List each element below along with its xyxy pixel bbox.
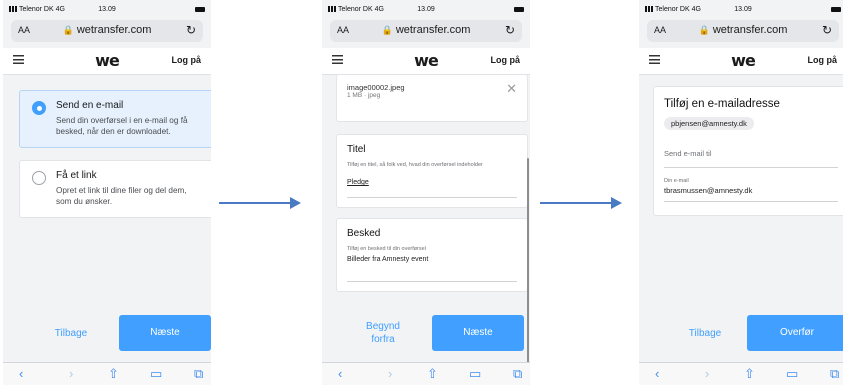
your-email-underline [664,201,838,202]
tabs-icon[interactable]: ⧉ [513,365,522,383]
option-get-link[interactable]: Få et link Opret et link til dine filer … [19,160,211,218]
lock-icon: 🔒 [62,25,74,35]
address-bar[interactable]: AA 🔒 wetransfer.com ↻ [11,20,203,42]
url-text: 🔒 wetransfer.com [698,24,788,36]
forward-icon[interactable]: › [69,365,73,383]
url-text: 🔒 wetransfer.com [381,24,471,36]
option-send-email[interactable]: Send en e-mail Send din overførsel i en … [19,90,211,148]
phone-screen-2: Telenor DK 4G 13.09 AA 🔒 wetransfer.com ↻… [322,0,530,385]
arrow-2-line [540,202,613,204]
option-description: Send din overførsel i en e-mail og få be… [56,116,188,136]
arrow-1-head [290,197,301,209]
radio-send-email[interactable] [32,101,46,115]
back-button[interactable]: Tilbage [33,328,109,339]
clock: 13.09 [98,6,116,13]
login-link[interactable]: Log på [172,55,202,65]
tabs-icon[interactable]: ⧉ [830,365,839,383]
file-name: image00002.jpeg [347,83,405,92]
status-bar: Telenor DK 4G 13.09 [322,6,530,18]
message-field-card[interactable]: Besked Tilføj en besked til din overførs… [336,218,528,292]
your-email-input[interactable]: tbrasmussen@amnesty.dk [664,186,752,195]
file-meta: 1 MB · jpeg [347,92,381,99]
browser-toolbar: ‹ › ⇧ ▭ ⧉ [639,362,843,385]
message-field-hint: Tilføj en besked til din overførsel [347,246,426,252]
battery-icon [831,7,841,12]
forward-icon[interactable]: › [705,365,709,383]
start-over-line-1: Begynd [366,321,400,332]
radio-get-link[interactable] [32,171,46,185]
clock: 13.09 [734,6,752,13]
share-icon[interactable]: ⇧ [427,365,438,383]
browser-toolbar: ‹ › ⇧ ▭ ⧉ [3,362,211,385]
back-icon[interactable]: ‹ [338,365,342,383]
share-icon[interactable]: ⇧ [108,365,119,383]
forward-icon[interactable]: › [388,365,392,383]
back-icon[interactable]: ‹ [19,365,23,383]
next-button[interactable]: Næste [119,315,211,351]
share-icon[interactable]: ⇧ [744,365,755,383]
reload-icon[interactable]: ↻ [186,23,196,37]
arrow-2-head [611,197,622,209]
start-over-button[interactable]: Begynd forfra [348,320,418,346]
lock-icon: 🔒 [381,25,393,35]
option-title: Send en e-mail [56,100,124,111]
url-text: 🔒 wetransfer.com [62,24,152,36]
title-field-hint: Tilføj en titel, så folk ved, hvad din o… [347,162,483,168]
send-to-input[interactable]: Send e-mail til [664,149,712,158]
email-card-heading: Tilføj en e-mailadresse [664,98,780,110]
battery-icon [514,7,524,12]
title-input[interactable]: Pledge [347,179,369,186]
transfer-button[interactable]: Overfør [747,315,843,351]
message-input-underline [347,281,517,282]
login-link[interactable]: Log på [491,55,521,65]
scrollbar[interactable] [527,158,529,363]
file-item: image00002.jpeg 1 MB · jpeg ✕ [336,75,528,122]
browser-toolbar: ‹ › ⇧ ▭ ⧉ [322,362,530,385]
title-input-underline [347,197,517,198]
address-bar[interactable]: AA 🔒 wetransfer.com ↻ [330,20,522,42]
battery-icon [195,7,205,12]
email-card: Tilføj en e-mailadresse pbjensen@amnesty… [653,86,843,216]
site-header: we Log på [3,48,211,75]
bookmarks-icon[interactable]: ▭ [786,365,798,383]
lock-icon: 🔒 [698,25,710,35]
your-email-label: Din e-mail [664,178,689,184]
title-field-card[interactable]: Titel Tilføj en titel, så folk ved, hvad… [336,134,528,208]
recipient-chip[interactable]: pbjensen@amnesty.dk [664,117,754,130]
status-bar: Telenor DK 4G 13.09 [3,6,211,18]
message-input[interactable]: Billeder fra Amnesty event [347,256,428,263]
next-button[interactable]: Næste [432,315,524,351]
reload-icon[interactable]: ↻ [822,23,832,37]
phone-screen-1: Telenor DK 4G 13.09 AA 🔒 wetransfer.com ↻… [3,0,211,385]
arrow-1-line [219,202,292,204]
reload-icon[interactable]: ↻ [505,23,515,37]
phone-screen-3: Telenor DK 4G 13.09 AA 🔒 wetransfer.com ↻… [639,0,843,385]
tabs-icon[interactable]: ⧉ [194,365,203,383]
remove-file-icon[interactable]: ✕ [506,81,517,97]
login-link[interactable]: Log på [808,55,838,65]
clock: 13.09 [417,6,435,13]
title-field-label: Titel [347,144,366,155]
message-field-label: Besked [347,228,381,239]
address-bar[interactable]: AA 🔒 wetransfer.com ↻ [647,20,839,42]
start-over-line-2: forfra [371,334,395,345]
site-header: we Log på [639,48,843,75]
bookmarks-icon[interactable]: ▭ [150,365,162,383]
back-icon[interactable]: ‹ [655,365,659,383]
option-title: Få et link [56,170,97,181]
option-description: Opret et link til dine filer og del dem,… [56,186,187,206]
status-bar: Telenor DK 4G 13.09 [639,6,843,18]
send-to-underline [664,167,838,168]
bookmarks-icon[interactable]: ▭ [469,365,481,383]
back-button[interactable]: Tilbage [667,328,743,339]
site-header: we Log på [322,48,530,75]
